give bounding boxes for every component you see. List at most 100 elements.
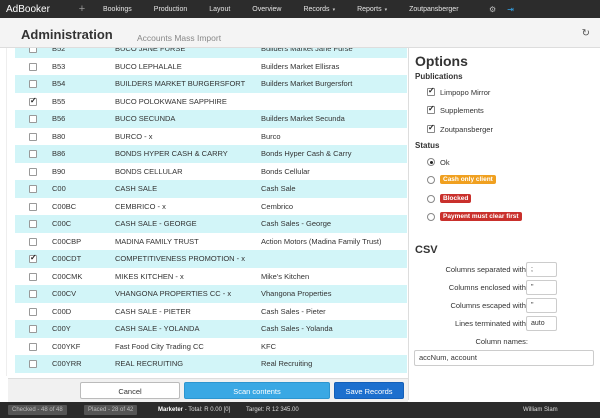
target-value: Target: R 12 345.00: [246, 407, 299, 413]
publication-checkbox-limpopo-mirror[interactable]: [427, 86, 435, 96]
table-row[interactable]: B90 BONDS CELLULAR Bonds Cellular: [15, 163, 407, 181]
account-code: B80: [52, 131, 66, 141]
nav-reports-label: Reports: [357, 5, 382, 13]
status-radio-cash-only[interactable]: [427, 176, 435, 184]
row-checkbox[interactable]: [29, 80, 37, 88]
chevron-down-icon: ▾: [332, 6, 336, 13]
account-code: C00CV: [52, 289, 77, 298]
row-checkbox[interactable]: [29, 220, 37, 228]
status-badge: Cash only client: [440, 175, 496, 184]
status-radio-blocked[interactable]: [427, 195, 435, 203]
account-name: CASH SALE - GEORGE: [115, 219, 197, 228]
csv-separator-input[interactable]: ;: [526, 262, 557, 277]
company-name: Cash Sales - Yolanda: [261, 324, 333, 333]
marketer-label: Marketer: [158, 407, 184, 413]
row-checkbox[interactable]: [29, 290, 37, 298]
table-row[interactable]: B80 BURCO - x Burco: [15, 128, 407, 146]
user-name[interactable]: William Slam: [523, 407, 558, 413]
account-code: B54: [52, 79, 66, 88]
account-name: CASH SALE - YOLANDA: [115, 324, 200, 333]
table-row[interactable]: B86 BONDS HYPER CASH & CARRY Bonds Hyper C…: [15, 145, 407, 163]
row-checkbox[interactable]: [29, 167, 37, 176]
row-checkbox[interactable]: [29, 185, 37, 193]
table-row[interactable]: C00CMK MIKES KITCHEN - x Mike's Kitchen: [15, 268, 407, 286]
brand-logo[interactable]: AdBooker: [0, 4, 72, 15]
table-row[interactable]: B55 BUCO POLOKWANE SAPPHIRE: [15, 93, 407, 111]
status-radio-payment-clear[interactable]: [427, 213, 435, 221]
row-checkbox[interactable]: [29, 150, 37, 158]
company-name: Bonds Cellular: [261, 166, 310, 176]
account-name: REAL RECRUITING: [115, 359, 184, 368]
row-checkbox[interactable]: [29, 325, 37, 333]
table-row[interactable]: C00CDT COMPETITIVENESS PROMOTION - x: [15, 250, 407, 268]
publication-checkbox-supplements[interactable]: [427, 104, 435, 114]
table-row[interactable]: C00CV VHANGONA PROPERTIES CC - x Vhangona …: [15, 285, 407, 303]
row-checkbox[interactable]: [29, 132, 37, 141]
account-code: C00CMK: [52, 271, 83, 281]
account-name: CASH SALE - PIETER: [115, 306, 191, 316]
column-names-input[interactable]: accNum, account: [414, 350, 594, 366]
company-name: Action Motors (Madina Family Trust): [261, 236, 382, 246]
row-checkbox[interactable]: [29, 115, 37, 123]
row-checkbox[interactable]: [29, 62, 37, 71]
account-code: B55: [52, 96, 66, 106]
company-name: Cash Sales - George: [261, 219, 332, 228]
publication-checkbox-zoutpansberger[interactable]: [427, 123, 435, 133]
table-row[interactable]: B53 BUCO LEPHALALE Builders Market Ellisra…: [15, 58, 407, 76]
table-row[interactable]: C00YSSSUPE SUM ...Supasim: [15, 373, 407, 377]
gear-icon[interactable]: ⚙: [484, 5, 502, 14]
csv-line-terminator-input[interactable]: auto: [526, 316, 557, 331]
table-row[interactable]: C00CBP MADINA FAMILY TRUST Action Motors (…: [15, 233, 407, 251]
row-checkbox[interactable]: [29, 96, 37, 106]
account-code: C00YRR: [52, 359, 82, 368]
logout-icon[interactable]: ⇥: [502, 5, 520, 14]
options-title: Options: [415, 53, 468, 69]
account-code: C00BC: [52, 201, 77, 211]
status-radio-ok[interactable]: [427, 158, 435, 166]
row-checkbox[interactable]: [29, 253, 37, 263]
csv-escape-input[interactable]: ": [526, 298, 557, 313]
table-row[interactable]: B56 BUCO SECUNDA Builders Market Secunda: [15, 110, 407, 128]
account-code: B56: [52, 114, 66, 123]
placed-count-badge: Placed - 28 of 42: [84, 405, 138, 415]
company-name: Real Recruiting: [261, 359, 313, 368]
save-records-button[interactable]: Save Records: [334, 382, 404, 399]
account-code: C00CDT: [52, 254, 82, 263]
nav-production[interactable]: Production: [143, 6, 198, 13]
table-row[interactable]: C00YRR REAL RECRUITING Real Recruiting: [15, 355, 407, 373]
nav-reports[interactable]: Reports ▾: [346, 6, 398, 13]
marketer-total-value: - Total: R 0.00 [0]: [184, 407, 231, 413]
table-row[interactable]: C00D CASH SALE - PIETER Cash Sales - Piete…: [15, 303, 407, 321]
row-checkbox[interactable]: [29, 360, 37, 368]
table-row[interactable]: C00 CASH SALE Cash Sale: [15, 180, 407, 198]
table-row[interactable]: C00YKF Fast Food City Trading CC KFC: [15, 338, 407, 356]
csv-enclosure-input[interactable]: ": [526, 280, 557, 295]
add-icon[interactable]: +: [72, 3, 92, 15]
table-row[interactable]: C00Y CASH SALE - YOLANDA Cash Sales - Yola…: [15, 320, 407, 338]
company-name: Builders Market Secunda: [261, 114, 345, 123]
nav-publication[interactable]: Zoutpansberger: [398, 6, 469, 13]
row-checkbox[interactable]: [29, 48, 37, 53]
table-row[interactable]: C00BC CEMBRICO - x Cembrico: [15, 198, 407, 216]
refresh-icon[interactable]: ↻: [582, 28, 590, 39]
cancel-button[interactable]: Cancel: [80, 382, 180, 399]
csv-separator-label: Columns separated with:: [445, 265, 528, 274]
nav-bookings[interactable]: Bookings: [92, 6, 143, 13]
row-checkbox[interactable]: [29, 202, 37, 211]
table-row[interactable]: B52 BUCO JANE FURSE Builders Market Jane F…: [15, 48, 407, 58]
row-checkbox[interactable]: [29, 272, 37, 281]
row-checkbox[interactable]: [29, 342, 37, 351]
table-row[interactable]: C00C CASH SALE - GEORGE Cash Sales - Georg…: [15, 215, 407, 233]
row-checkbox[interactable]: [29, 237, 37, 246]
table-row[interactable]: B54 BUILDERS MARKET BURGERSFORT Builders M…: [15, 75, 407, 93]
scan-contents-button[interactable]: Scan contents: [184, 382, 330, 399]
nav-overview[interactable]: Overview: [241, 6, 292, 13]
nav-records[interactable]: Records ▾: [292, 6, 346, 13]
row-checkbox[interactable]: [29, 307, 37, 316]
accounts-table[interactable]: B52 BUCO JANE FURSE Builders Market Jane F…: [6, 48, 408, 376]
nav-layout[interactable]: Layout: [198, 6, 241, 13]
company-name: Bonds Hyper Cash & Carry: [261, 149, 352, 158]
company-name: Vhangona Properties: [261, 289, 332, 298]
options-panel: Options Publications Limpopo Mirror Supp…: [408, 48, 600, 400]
account-name: Fast Food City Trading CC: [115, 341, 204, 351]
